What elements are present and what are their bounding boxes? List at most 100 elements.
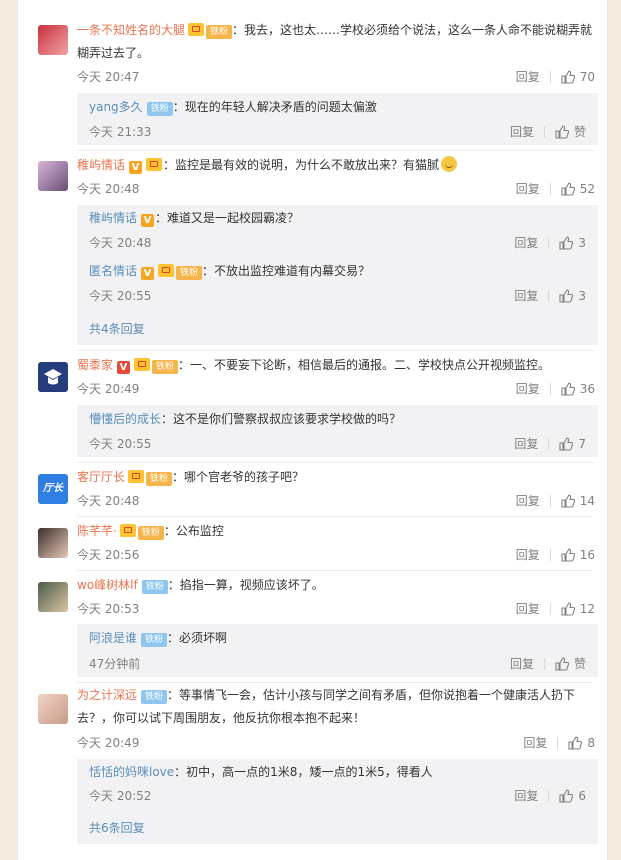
reply-text: ：必须坏啊: [167, 631, 228, 645]
fan-badge: 铁粉: [137, 526, 164, 540]
comment-panel: 一条不知姓名的大腿 铁粉 ：我去，这也太……学校必须给个说法，这么一条人命不能说糊弄…: [17, 0, 608, 860]
fan-badge: 铁粉: [146, 472, 173, 486]
reply-button[interactable]: 回复: [516, 380, 540, 397]
divider: [548, 236, 550, 249]
comment-username[interactable]: 为之计深远: [77, 688, 137, 702]
comment-username[interactable]: 一条不知姓名的大腿: [77, 23, 185, 37]
like-count: 70: [579, 69, 595, 84]
like-button[interactable]: 14: [561, 494, 595, 508]
comment-time: 今天 20:47: [77, 70, 140, 84]
reply-username[interactable]: 阿浪是谁: [89, 631, 137, 645]
reply-button[interactable]: 回复: [514, 287, 538, 304]
more-replies-link[interactable]: 共4条回复: [89, 320, 145, 337]
like-button[interactable]: 3: [559, 289, 586, 303]
reply-time: 今天 20:48: [89, 236, 152, 250]
comment-item: 一条不知姓名的大腿 铁粉 ：我去，这也太……学校必须给个说法，这么一条人命不能说糊弄…: [18, 0, 609, 150]
member-icon: [134, 358, 151, 371]
like-count: 8: [587, 735, 595, 750]
thumbs-up-icon: [568, 735, 583, 750]
reply-time: 今天 20:55: [89, 437, 152, 451]
reply-button[interactable]: 回复: [514, 234, 538, 251]
like-count: 36: [579, 381, 595, 396]
reply-time: 47分钟前: [89, 657, 141, 671]
fan-badge: 铁粉: [141, 690, 168, 704]
avatar[interactable]: [38, 362, 68, 392]
like-button[interactable]: 3: [559, 236, 586, 250]
like-button[interactable]: 6: [559, 789, 586, 803]
reply-button[interactable]: 回复: [516, 180, 540, 197]
reply-button[interactable]: 回复: [516, 68, 540, 85]
reply-username[interactable]: 恬恬的妈咪love: [89, 765, 174, 779]
reply-text: ：现在的年轻人解决矛盾的问题太偏激: [172, 100, 377, 114]
reply-list: yang多久 铁粉 ：现在的年轻人解决矛盾的问题太偏激 今天 21:33 回复 赞: [77, 93, 598, 145]
reply-button[interactable]: 回复: [510, 655, 534, 672]
like-button[interactable]: 70: [561, 70, 595, 84]
comment-username[interactable]: wo峰树林lf: [77, 578, 138, 592]
comment-time: 今天 20:48: [77, 494, 140, 508]
comment-item: 蜀黍家 V 铁粉 ：一、不要妄下论断，相信最后的通报。二、学校快点公开视频监控。 今天…: [18, 350, 609, 462]
reply-button[interactable]: 回复: [516, 546, 540, 563]
like-button[interactable]: 7: [559, 437, 586, 451]
comment-username[interactable]: 稚屿情话: [77, 158, 125, 172]
reply-time: 今天 20:55: [89, 289, 152, 303]
like-button[interactable]: 52: [561, 182, 595, 196]
thumbs-up-icon: [561, 493, 575, 508]
avatar-text: 厅长: [43, 483, 63, 494]
comment-username[interactable]: 蜀黍家: [77, 358, 113, 372]
comment-item: 陈芊芊· 铁粉 ：公布监控 今天 20:56 回复 16: [18, 516, 609, 570]
avatar[interactable]: [38, 582, 68, 612]
like-button[interactable]: 8: [568, 736, 595, 750]
reply-username[interactable]: 稚屿情话: [89, 211, 137, 225]
avatar[interactable]: [38, 528, 68, 558]
divider: [548, 437, 550, 450]
comment-time: 今天 20:48: [77, 182, 140, 196]
like-count: 3: [578, 235, 586, 250]
verified-icon: V: [141, 267, 155, 280]
divider: [548, 789, 550, 802]
comment-username[interactable]: 陈芊芊·: [77, 524, 117, 538]
like-count: 7: [578, 436, 586, 451]
like-count: 赞: [573, 657, 586, 671]
like-count: 14: [579, 493, 595, 508]
reply-time: 今天 20:52: [89, 789, 152, 803]
avatar[interactable]: [38, 25, 68, 55]
reply-button[interactable]: 回复: [523, 734, 547, 751]
like-button[interactable]: 16: [561, 548, 595, 562]
divider: [543, 657, 545, 670]
reply-button[interactable]: 回复: [516, 600, 540, 617]
fan-badge: 铁粉: [176, 266, 203, 280]
comment-text: ：掐指一算，视频应该坏了。: [167, 578, 324, 592]
smirk-emoji-icon: [441, 156, 458, 172]
like-button[interactable]: 12: [561, 602, 595, 616]
reply-username[interactable]: 匿名情话: [89, 264, 137, 278]
avatar[interactable]: [38, 161, 68, 191]
reply-list: 懵懂后的成长：这不是你们警察叔叔应该要求学校做的吗？ 今天 20:55 回复 7: [77, 405, 598, 457]
comment-time: 今天 20:49: [77, 382, 140, 396]
comment-username[interactable]: 客厅厅长: [77, 470, 125, 484]
comment-text: ：公布监控: [163, 524, 224, 538]
reply-button[interactable]: 回复: [514, 435, 538, 452]
divider: [548, 289, 550, 302]
reply-button[interactable]: 回复: [516, 492, 540, 509]
reply-text: ：初中，高一点的1米8，矮一点的1米5，得看人: [174, 765, 433, 779]
like-button[interactable]: 36: [561, 382, 595, 396]
like-button[interactable]: 赞: [555, 123, 586, 140]
thumbs-up-icon: [561, 547, 575, 562]
thumbs-up-icon: [559, 288, 574, 303]
verified-icon: V: [117, 361, 131, 374]
reply-button[interactable]: 回复: [514, 787, 538, 804]
reply-username[interactable]: 懵懂后的成长: [89, 412, 161, 426]
divider: [543, 125, 545, 138]
reply-list: 稚屿情话 V ：难道又是一起校园霸凌？ 今天 20:48 回复 3 匿名情话 V 铁粉：…: [77, 205, 598, 345]
reply-button[interactable]: 回复: [510, 123, 534, 140]
divider: [549, 182, 551, 195]
avatar[interactable]: 厅长: [38, 474, 68, 504]
like-button[interactable]: 赞: [555, 655, 586, 672]
reply-username[interactable]: yang多久: [89, 100, 143, 114]
fan-badge: 铁粉: [206, 25, 233, 39]
comment-item: 稚屿情话 V ：监控是最有效的说明，为什么不敢放出来？有猫腻 今天 20:48 回复…: [18, 150, 609, 350]
more-replies-link[interactable]: 共6条回复: [89, 819, 145, 836]
comment-text: ：监控是最有效的说明，为什么不敢放出来？有猫腻: [163, 158, 440, 172]
avatar[interactable]: [38, 694, 68, 724]
divider: [557, 736, 559, 749]
